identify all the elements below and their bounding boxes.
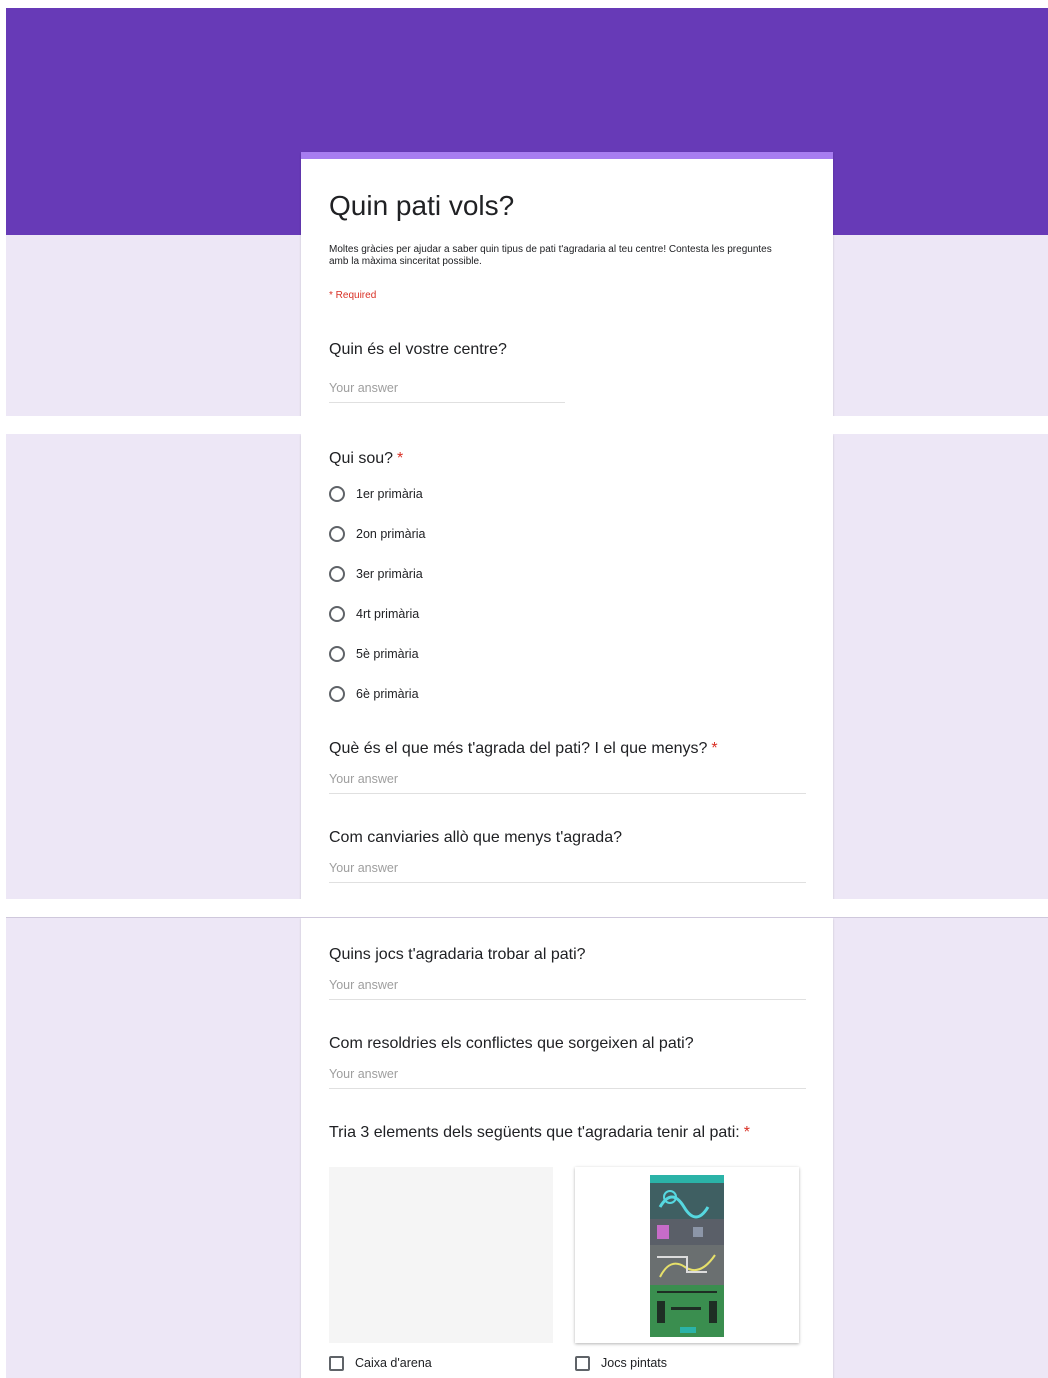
question-title-canviaries: Com canviaries allò que menys t'agrada? (329, 829, 622, 846)
form-description: Moltes gràcies per ajudar a saber quin t… (329, 244, 772, 267)
question-title-qui-sou: Qui sou? * (329, 450, 403, 468)
question-title-conflictes: Com resoldries els conflictes que sorgei… (329, 1035, 694, 1052)
questions-section-1: Qui sou? * 1er primària 2on primària 3er … (6, 434, 1048, 899)
answer-placeholder: Your answer (329, 381, 399, 395)
required-asterisk: * (743, 1124, 750, 1141)
radio-option-label: 5è primària (356, 647, 419, 661)
required-note: * Required (329, 290, 377, 301)
answer-placeholder: Your answer (329, 978, 399, 992)
checkbox-option[interactable]: Caixa d'arena (329, 1354, 432, 1372)
radio-option-label: 2on primària (356, 527, 426, 541)
answer-placeholder: Your answer (329, 772, 399, 786)
question-text: Tria 3 elements dels següents que t'agra… (329, 1124, 740, 1141)
checkbox-icon[interactable] (329, 1355, 344, 1371)
questions-card: Quins jocs t'agradaria trobar al pati? Y… (301, 918, 833, 1378)
radio-option[interactable]: 1er primària (329, 484, 423, 504)
radio-button-icon[interactable] (329, 566, 345, 582)
questions-section-2: Quins jocs t'agradaria trobar al pati? Y… (6, 917, 1048, 1378)
question-title-agrada: Què és el que més t'agrada del pati? I e… (329, 740, 718, 758)
radio-option[interactable]: 4rt primària (329, 604, 419, 624)
question-title-elements: Tria 3 elements dels següents que t'agra… (329, 1124, 750, 1142)
radio-option-label: 3er primària (356, 567, 423, 581)
radio-button-icon[interactable] (329, 606, 345, 622)
radio-button-icon[interactable] (329, 486, 345, 502)
radio-option[interactable]: 3er primària (329, 564, 423, 584)
jocs-pintats-image (575, 1167, 799, 1343)
form-header-card: Quin pati vols? Moltes gràcies per ajuda… (301, 152, 833, 416)
question-title-centre: Quin és el vostre centre? (329, 341, 507, 358)
required-asterisk: * (397, 450, 404, 467)
radio-option[interactable]: 2on primària (329, 524, 425, 544)
radio-option[interactable]: 5è primària (329, 644, 419, 664)
radio-button-icon[interactable] (329, 686, 345, 702)
canviaries-answer-input[interactable]: Your answer (329, 861, 806, 883)
questions-card: Qui sou? * 1er primària 2on primària 3er … (301, 434, 833, 899)
checkbox-icon[interactable] (575, 1355, 590, 1371)
radio-button-icon[interactable] (329, 646, 345, 662)
checkbox-option[interactable]: Jocs pintats (575, 1354, 667, 1372)
answer-placeholder: Your answer (329, 1067, 399, 1081)
radio-option-label: 1er primària (356, 487, 423, 501)
answer-placeholder: Your answer (329, 861, 399, 875)
form-title: Quin pati vols? (329, 190, 515, 221)
form-header-section: Quin pati vols? Moltes gràcies per ajuda… (6, 8, 1048, 416)
jocs-answer-input[interactable]: Your answer (329, 978, 806, 1000)
radio-option-label: 4rt primària (356, 607, 420, 621)
agrada-answer-input[interactable]: Your answer (329, 772, 806, 794)
question-title-jocs: Quins jocs t'agradaria trobar al pati? (329, 946, 586, 963)
centre-answer-input[interactable]: Your answer (329, 381, 565, 403)
checkbox-option-label: Caixa d'arena (355, 1356, 432, 1370)
question-text: Qui sou? (329, 450, 394, 467)
checkbox-option-label: Jocs pintats (601, 1356, 668, 1370)
radio-option[interactable]: 6è primària (329, 684, 419, 704)
required-asterisk: * (711, 740, 718, 757)
conflictes-answer-input[interactable]: Your answer (329, 1067, 806, 1089)
question-text: Què és el que més t'agrada del pati? I e… (329, 740, 708, 757)
painted-games-photo-icon (650, 1175, 724, 1337)
caixa-arena-image-placeholder (329, 1167, 553, 1343)
radio-button-icon[interactable] (329, 526, 345, 542)
radio-option-label: 6è primària (356, 687, 419, 701)
